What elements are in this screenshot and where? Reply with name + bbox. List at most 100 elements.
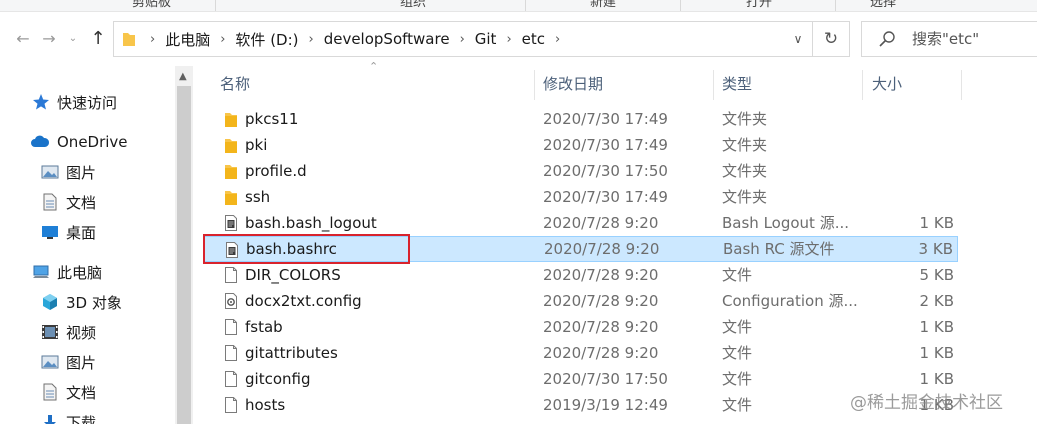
- file-modified-date: 2020/7/28 9:20: [544, 240, 660, 258]
- nav-item-onedrive[interactable]: OneDrive: [30, 127, 128, 157]
- file-row[interactable]: bash.bashrc 2020/7/28 9:20 Bash RC 源文件 3 KB: [203, 236, 958, 262]
- search-input[interactable]: 搜索"etc": [861, 21, 1037, 57]
- blank-file-icon: [225, 319, 237, 335]
- documents-icon: [43, 193, 57, 211]
- file-modified-date: 2020/7/28 9:20: [543, 344, 659, 362]
- breadcrumb-chevron-icon[interactable]: ›: [506, 32, 511, 47]
- nav-item-documents[interactable]: 文档: [41, 187, 96, 217]
- breadcrumb-chevron-icon[interactable]: ›: [309, 32, 314, 47]
- file-icon: [226, 242, 238, 258]
- file-row[interactable]: gitattributes 2020/7/28 9:20 文件 1 KB: [203, 340, 958, 366]
- cloud-icon: [31, 135, 50, 147]
- file-row[interactable]: pkcs11 2020/7/30 17:49 文件夹: [203, 106, 958, 132]
- column-header-date[interactable]: 修改日期: [543, 66, 603, 102]
- ribbon-group-open[interactable]: 打开: [746, 0, 772, 10]
- file-row[interactable]: fstab 2020/7/28 9:20 文件 1 KB: [203, 314, 958, 340]
- breadcrumb-chevron-icon[interactable]: ›: [555, 32, 560, 47]
- file-modified-date: 2020/7/30 17:49: [543, 136, 668, 154]
- column-header-type[interactable]: 类型: [722, 66, 752, 102]
- file-name: DIR_COLORS: [245, 266, 341, 284]
- nav-item-3d-objects[interactable]: 3D 对象: [41, 287, 122, 317]
- address-history-chevron-icon[interactable]: ∨: [784, 22, 812, 56]
- file-row[interactable]: hosts 2019/3/19 12:49 文件 1 KB: [203, 392, 958, 418]
- desktop-icon: [42, 226, 58, 239]
- back-arrow-icon[interactable]: ←: [12, 27, 34, 51]
- file-row[interactable]: ssh 2020/7/30 17:49 文件夹: [203, 184, 958, 210]
- blank-file-icon: [225, 397, 237, 413]
- file-modified-date: 2020/7/28 9:20: [543, 214, 659, 232]
- file-name: ssh: [245, 188, 271, 206]
- file-name: gitconfig: [245, 370, 311, 388]
- breadcrumb-drive-d[interactable]: 软件 (D:): [235, 29, 298, 50]
- column-divider[interactable]: [534, 70, 535, 100]
- file-type: 文件夹: [722, 162, 768, 180]
- column-divider[interactable]: [713, 70, 714, 100]
- refresh-icon[interactable]: ↻: [812, 22, 849, 56]
- file-list: ⌃ 名称 修改日期 类型 大小 pkcs11 2020/7/30 17:49 文件夹…: [193, 60, 1037, 424]
- breadcrumb-chevron-icon[interactable]: ›: [150, 32, 155, 47]
- breadcrumb-chevron-icon[interactable]: ›: [460, 32, 465, 47]
- file-name: hosts: [245, 396, 286, 414]
- folder-icon: [225, 191, 237, 205]
- file-row[interactable]: pki 2020/7/30 17:49 文件夹: [203, 132, 958, 158]
- file-type: 文件夹: [722, 110, 768, 128]
- file-modified-date: 2020/7/30 17:49: [543, 188, 668, 206]
- file-size: 3 KB: [918, 240, 953, 258]
- file-type: 文件: [722, 396, 753, 414]
- column-divider[interactable]: [961, 70, 962, 100]
- file-size: 5 KB: [919, 266, 954, 284]
- file-modified-date: 2020/7/28 9:20: [543, 292, 659, 310]
- file-row[interactable]: DIR_COLORS 2020/7/28 9:20 文件 5 KB: [203, 262, 958, 288]
- up-arrow-icon[interactable]: ↑: [87, 27, 109, 51]
- file-name: profile.d: [245, 162, 307, 180]
- nav-pane-scrollbar[interactable]: ▲: [175, 66, 193, 424]
- ribbon-divider: [525, 0, 526, 11]
- chevron-down-icon[interactable]: ⌄: [62, 27, 84, 51]
- file-modified-date: 2019/3/19 12:49: [543, 396, 668, 414]
- column-header-name[interactable]: 名称: [220, 66, 250, 102]
- ribbon-divider: [680, 0, 681, 11]
- file-modified-date: 2020/7/30 17:50: [543, 370, 668, 388]
- file-row[interactable]: profile.d 2020/7/30 17:50 文件夹: [203, 158, 958, 184]
- file-type: 文件: [722, 370, 753, 388]
- nav-item-this-pc[interactable]: 此电脑: [32, 257, 102, 287]
- ribbon-group-new[interactable]: 新建: [590, 0, 616, 10]
- file-row[interactable]: gitconfig 2020/7/30 17:50 文件 1 KB: [203, 366, 958, 392]
- ribbon-group-clipboard[interactable]: 剪贴板: [132, 0, 171, 10]
- breadcrumb-this-pc[interactable]: 此电脑: [165, 29, 210, 50]
- ribbon-divider: [835, 0, 836, 11]
- nav-item-quick-access[interactable]: 快速访问: [32, 87, 117, 117]
- blank-file-icon: [225, 345, 237, 361]
- file-row[interactable]: bash.bash_logout 2020/7/28 9:20 Bash Logou…: [203, 210, 958, 236]
- column-divider[interactable]: [862, 70, 863, 100]
- file-type: Bash Logout 源...: [722, 214, 850, 232]
- column-header-size[interactable]: 大小: [872, 66, 902, 102]
- breadcrumb-etc[interactable]: etc: [522, 30, 545, 48]
- file-modified-date: 2020/7/30 17:49: [543, 110, 668, 128]
- file-size: 1 KB: [919, 318, 954, 336]
- address-bar[interactable]: › 此电脑 › 软件 (D:) › developSoftware › Git …: [113, 21, 850, 57]
- file-modified-date: 2020/7/28 9:20: [543, 318, 659, 336]
- scroll-up-arrow-icon[interactable]: ▲: [179, 71, 187, 82]
- folder-icon: [225, 139, 237, 153]
- nav-item-pictures[interactable]: 图片: [41, 347, 96, 377]
- breadcrumb-git[interactable]: Git: [475, 30, 497, 48]
- nav-item-desktop[interactable]: 桌面: [41, 217, 96, 247]
- file-size: 2 KB: [919, 292, 954, 310]
- nav-item-downloads[interactable]: 下载: [41, 407, 96, 424]
- file-name: docx2txt.config: [245, 292, 362, 310]
- nav-item-pictures[interactable]: 图片: [41, 157, 96, 187]
- folder-icon: [225, 113, 237, 127]
- forward-arrow-icon[interactable]: →: [38, 27, 60, 51]
- ribbon-group-select[interactable]: 选择: [870, 0, 896, 10]
- breadcrumb-developsoftware[interactable]: developSoftware: [324, 30, 450, 48]
- ribbon-group-organize[interactable]: 组织: [400, 0, 426, 10]
- file-row[interactable]: docx2txt.config 2020/7/28 9:20 Configurati…: [203, 288, 958, 314]
- scrollbar-thumb[interactable]: [177, 86, 191, 424]
- watermark: @稀土掘金技术社区: [850, 393, 1003, 413]
- file-name: pki: [245, 136, 268, 154]
- folder-icon: [225, 165, 237, 179]
- breadcrumb-chevron-icon[interactable]: ›: [220, 32, 225, 47]
- nav-item-documents[interactable]: 文档: [41, 377, 96, 407]
- nav-item-videos[interactable]: 视频: [41, 317, 96, 347]
